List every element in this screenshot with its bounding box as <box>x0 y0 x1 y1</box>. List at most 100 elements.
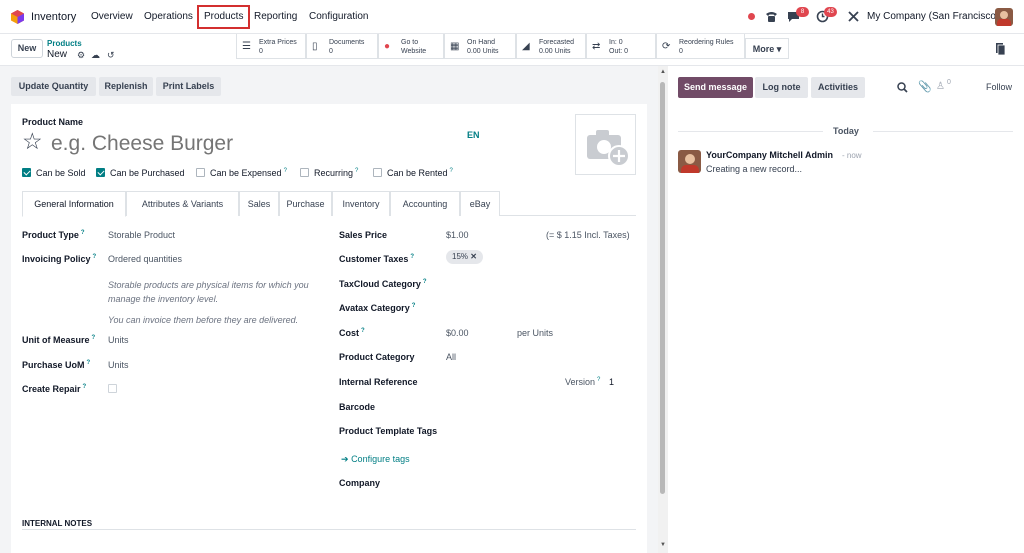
help-icon[interactable]: ? <box>361 328 365 334</box>
recurring-checkbox[interactable] <box>300 168 309 177</box>
tools-icon[interactable] <box>847 10 860 23</box>
menu-operations[interactable]: Operations <box>144 11 193 22</box>
smart-button-forecasted[interactable]: ◢ Forecasted 0.00 Units <box>516 34 586 59</box>
chatter-toggle-icon[interactable] <box>996 43 1005 55</box>
user-avatar[interactable] <box>995 8 1013 26</box>
help-icon[interactable]: ? <box>423 279 427 285</box>
language-toggle[interactable]: EN <box>467 130 480 140</box>
discard-icon[interactable]: ↺ <box>107 50 115 61</box>
help-icon[interactable]: ? <box>355 168 358 174</box>
smart-button-label: Go to <box>401 39 419 46</box>
purchase-uom-text: Purchase UoM <box>22 360 85 370</box>
create-repair-checkbox[interactable] <box>108 384 117 393</box>
new-button[interactable]: New <box>11 39 43 58</box>
menu-products[interactable]: Products <box>197 5 251 29</box>
scroll-up-icon[interactable]: ▲ <box>660 69 666 75</box>
tab-purchase[interactable]: Purchase <box>279 191 332 216</box>
product-name-input[interactable] <box>51 131 451 157</box>
send-message-button[interactable]: Send message <box>678 77 753 98</box>
remove-tag-icon[interactable]: ✕ <box>470 252 477 261</box>
tax-tag-label: 15% <box>452 252 469 261</box>
breadcrumb-parent[interactable]: Products <box>47 39 82 48</box>
taxcloud-category-text: TaxCloud Category <box>339 279 421 289</box>
tab-general-information[interactable]: General Information <box>22 191 126 217</box>
can-be-purchased-checkbox[interactable] <box>96 168 105 177</box>
cost-input[interactable]: $0.00 <box>446 328 469 338</box>
tab-attributes-variants[interactable]: Attributes & Variants <box>126 191 239 216</box>
incl-taxes-text: (= $ 1.15 Incl. Taxes) <box>546 230 630 240</box>
help-icon[interactable]: ? <box>410 254 414 260</box>
smart-button-extra-prices[interactable]: ☰ Extra Prices 0 <box>236 34 306 59</box>
attachment-icon[interactable]: 📎 <box>918 80 932 93</box>
gear-icon[interactable]: ⚙ <box>77 50 85 61</box>
cloud-save-icon[interactable]: ☁ <box>91 50 100 61</box>
invoicing-policy-select[interactable]: Ordered quantities <box>108 254 182 264</box>
help-icon[interactable]: ? <box>412 303 416 309</box>
smart-button-on-hand[interactable]: ▦ On Hand 0.00 Units <box>444 34 516 59</box>
smart-button-in-out[interactable]: ⇄ In: 0 Out: 0 <box>586 34 656 59</box>
menu-configuration[interactable]: Configuration <box>309 11 368 22</box>
product-type-select[interactable]: Storable Product <box>108 230 175 240</box>
form-scrollbar[interactable]: ▲ ▼ <box>658 66 668 553</box>
help-icon[interactable]: ? <box>83 384 87 390</box>
smart-button-documents[interactable]: ▯ Documents 0 <box>306 34 378 59</box>
sales-price-label: Sales Price <box>339 230 388 240</box>
tab-inventory[interactable]: Inventory <box>332 191 390 216</box>
followers-icon[interactable]: ♙ <box>936 81 945 92</box>
product-category-select[interactable]: All <box>446 352 456 362</box>
update-quantity-button[interactable]: Update Quantity <box>11 77 96 96</box>
chat-badge: 8 <box>796 7 809 17</box>
company-switcher[interactable]: My Company (San Francisco) <box>867 11 999 22</box>
help-icon[interactable]: ? <box>81 230 85 236</box>
smart-button-label: Documents <box>329 39 365 46</box>
help-icon[interactable]: ? <box>450 168 453 174</box>
follow-button[interactable]: Follow <box>986 82 1012 92</box>
scroll-thumb[interactable] <box>660 82 665 494</box>
more-dropdown[interactable]: More ▾ <box>745 38 789 59</box>
log-note-button[interactable]: Log note <box>755 77 808 98</box>
search-icon[interactable] <box>897 82 908 93</box>
product-image-placeholder[interactable] <box>575 114 636 175</box>
notebook-tabs: General Information Attributes & Variant… <box>22 191 636 217</box>
tab-sales[interactable]: Sales <box>239 191 279 216</box>
more-label: More <box>752 44 775 54</box>
print-labels-button[interactable]: Print Labels <box>156 77 221 96</box>
favorite-star-icon[interactable]: ☆ <box>22 128 43 155</box>
unit-of-measure-select[interactable]: Units <box>108 335 129 345</box>
replenish-button[interactable]: Replenish <box>99 77 153 96</box>
message-author-avatar[interactable] <box>678 150 701 173</box>
smart-button-go-to-website[interactable]: ● Go to Website <box>378 34 444 59</box>
can-be-sold-checkbox[interactable] <box>22 168 31 177</box>
configure-tags-link[interactable]: ➔ Configure tags <box>341 454 410 465</box>
app-name[interactable]: Inventory <box>31 11 76 23</box>
inventory-app-icon[interactable] <box>11 10 24 24</box>
tax-tag[interactable]: 15% ✕ <box>446 250 483 264</box>
purchase-uom-select[interactable]: Units <box>108 360 129 370</box>
recurring-text: Recurring <box>314 168 354 178</box>
unit-of-measure-text: Unit of Measure <box>22 335 90 345</box>
smart-button-reordering-rules[interactable]: ⟳ Reordering Rules 0 <box>656 34 745 59</box>
tab-ebay[interactable]: eBay <box>460 191 500 216</box>
product-type-help-text: Storable products are physical items for… <box>108 280 309 304</box>
version-label: Version? <box>565 377 600 387</box>
product-type-label: Product Type? <box>22 230 85 240</box>
scroll-down-icon[interactable]: ▼ <box>660 542 666 548</box>
message-author[interactable]: YourCompany Mitchell Admin <box>706 150 833 160</box>
avatax-category-text: Avatax Category <box>339 303 410 313</box>
help-icon[interactable]: ? <box>597 377 600 383</box>
help-icon[interactable]: ? <box>284 168 287 174</box>
can-be-expensed-checkbox[interactable] <box>196 168 205 177</box>
help-icon[interactable]: ? <box>93 254 97 260</box>
menu-overview[interactable]: Overview <box>91 11 133 22</box>
customer-taxes-label: Customer Taxes? <box>339 254 414 264</box>
can-be-rented-checkbox[interactable] <box>373 168 382 177</box>
help-icon[interactable]: ? <box>92 335 96 341</box>
can-be-sold-label: Can be Sold <box>36 168 86 178</box>
menu-reporting[interactable]: Reporting <box>254 11 297 22</box>
phone-icon[interactable] <box>765 10 778 23</box>
activities-button[interactable]: Activities <box>811 77 865 98</box>
tab-accounting[interactable]: Accounting <box>390 191 460 216</box>
sales-price-input[interactable]: $1.00 <box>446 230 469 240</box>
customer-taxes-text: Customer Taxes <box>339 254 409 264</box>
help-icon[interactable]: ? <box>87 360 91 366</box>
